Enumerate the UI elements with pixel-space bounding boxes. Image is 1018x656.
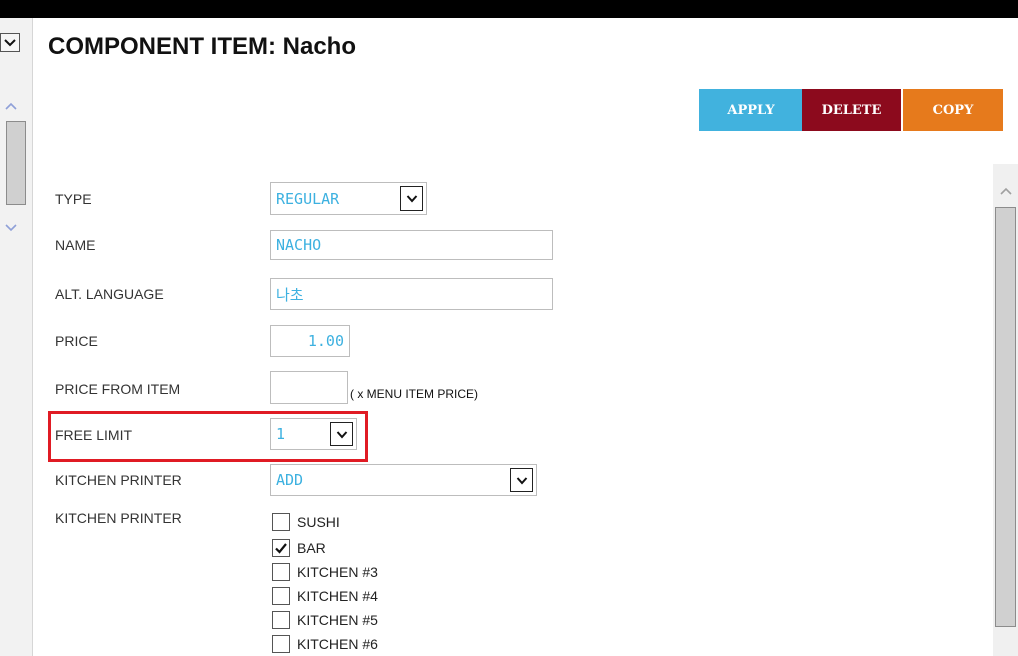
page-title: COMPONENT ITEM: Nacho: [48, 33, 357, 60]
printer-option-label: SUSHI: [297, 514, 340, 530]
printer-option[interactable]: KITCHEN #3: [272, 561, 378, 583]
printer-option-label: KITCHEN #6: [297, 636, 378, 652]
printer-option-label: BAR: [297, 540, 326, 556]
price-from-item-input[interactable]: [270, 371, 348, 404]
left-panel: [0, 18, 33, 656]
kitchen-printer-select[interactable]: ADD: [270, 464, 537, 496]
printer-checkbox[interactable]: [272, 539, 290, 557]
type-select[interactable]: REGULAR: [270, 182, 427, 215]
free-limit-highlight: [48, 411, 368, 462]
right-scroll-up-icon[interactable]: [999, 186, 1013, 196]
name-label: NAME: [55, 237, 96, 253]
printer-option[interactable]: SUSHI: [272, 511, 340, 533]
chevron-down-icon: [4, 39, 16, 47]
checkmark-icon: [275, 543, 287, 554]
left-scroll-up-icon[interactable]: [4, 101, 18, 111]
price-label: PRICE: [55, 333, 98, 349]
printer-checkbox[interactable]: [272, 611, 290, 629]
kitchen-printers-label: KITCHEN PRINTER: [55, 510, 182, 526]
printer-option-label: KITCHEN #3: [297, 564, 378, 580]
printer-option[interactable]: KITCHEN #4: [272, 585, 378, 607]
alt-language-input[interactable]: 나초: [270, 278, 553, 310]
chevron-down-icon: [510, 468, 533, 492]
printer-option[interactable]: KITCHEN #6: [272, 633, 378, 655]
collapse-toggle[interactable]: [0, 33, 20, 52]
copy-button[interactable]: COPY: [903, 89, 1003, 131]
chevron-down-icon: [400, 186, 423, 211]
printer-option-label: KITCHEN #4: [297, 588, 378, 604]
alt-language-label: ALT. LANGUAGE: [55, 286, 164, 302]
left-scrollbar-thumb[interactable]: [6, 121, 26, 205]
price-from-item-label: PRICE FROM ITEM: [55, 381, 181, 397]
printer-checkbox[interactable]: [272, 635, 290, 653]
delete-button[interactable]: DELETE: [802, 89, 901, 131]
type-select-value: REGULAR: [276, 189, 340, 208]
kitchen-printer-select-value: ADD: [276, 471, 304, 489]
printer-checkbox[interactable]: [272, 587, 290, 605]
printer-option[interactable]: BAR: [272, 537, 326, 559]
left-scroll-down-icon[interactable]: [4, 223, 18, 233]
right-scrollbar-thumb[interactable]: [995, 207, 1016, 627]
printer-checkbox[interactable]: [272, 563, 290, 581]
name-input[interactable]: NACHO: [270, 230, 553, 260]
price-from-item-hint: ( x MENU ITEM PRICE): [350, 387, 478, 401]
price-input[interactable]: 1.00: [270, 325, 350, 357]
printer-checkbox[interactable]: [272, 513, 290, 531]
type-label: TYPE: [55, 191, 92, 207]
top-bar: [0, 0, 1018, 18]
apply-button[interactable]: APPLY: [699, 89, 803, 131]
printer-option[interactable]: KITCHEN #5: [272, 609, 378, 631]
printer-option-label: KITCHEN #5: [297, 612, 378, 628]
kitchen-printer-label: KITCHEN PRINTER: [55, 472, 182, 488]
